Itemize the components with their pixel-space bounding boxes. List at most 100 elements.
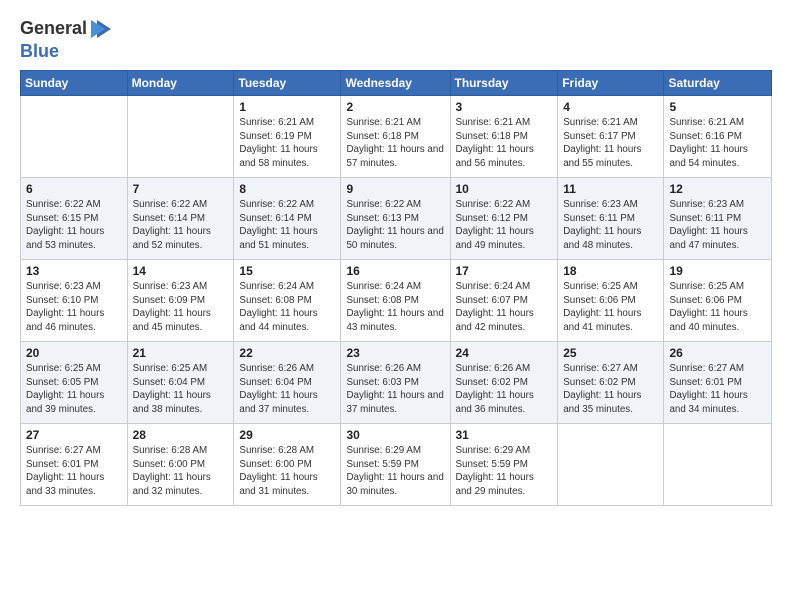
day-info: Sunrise: 6:21 AM Sunset: 6:18 PM Dayligh…	[456, 116, 553, 171]
logo-blue-text: Blue	[20, 41, 59, 61]
logo-text: General	[20, 19, 87, 39]
day-info: Sunrise: 6:24 AM Sunset: 6:08 PM Dayligh…	[239, 280, 335, 335]
calendar-cell: 25Sunrise: 6:27 AM Sunset: 6:02 PM Dayli…	[558, 342, 664, 424]
day-number: 23	[346, 346, 444, 360]
calendar-cell: 14 Sunrise: 6:23 AM Sunset: 6:09 PM Dayli…	[127, 260, 234, 342]
page-header: General Blue	[20, 16, 772, 62]
logo-icon	[89, 16, 115, 42]
day-info: Sunrise: 6:25 AM Sunset: 6:06 PM Dayligh…	[563, 280, 658, 335]
calendar-cell: 20 Sunrise: 6:25 AM Sunset: 6:05 PM Dayli…	[21, 342, 128, 424]
calendar-week-row: 13 Sunrise: 6:23 AM Sunset: 6:10 PM Dayli…	[21, 260, 772, 342]
day-info: Sunrise: 6:28 AM Sunset: 6:00 PM Dayligh…	[133, 444, 229, 499]
day-info: Sunrise: 6:23 AM Sunset: 6:09 PM Dayligh…	[133, 280, 229, 335]
day-info: Sunrise: 6:27 AM Sunset: 6:01 PM Dayligh…	[26, 444, 122, 499]
calendar: SundayMondayTuesdayWednesdayThursdayFrid…	[20, 70, 772, 506]
calendar-cell: 24 Sunrise: 6:26 AM Sunset: 6:02 PM Dayli…	[450, 342, 558, 424]
day-number: 18	[563, 264, 658, 278]
day-info: Sunrise: 6:21 AM Sunset: 6:19 PM Dayligh…	[239, 116, 335, 171]
day-number: 16	[346, 264, 444, 278]
day-number: 9	[346, 182, 444, 196]
day-number: 10	[456, 182, 553, 196]
day-number: 3	[456, 100, 553, 114]
day-number: 31	[456, 428, 553, 442]
calendar-week-row: 27 Sunrise: 6:27 AM Sunset: 6:01 PM Dayli…	[21, 424, 772, 506]
day-info: Sunrise: 6:29 AM Sunset: 5:59 PM Dayligh…	[456, 444, 553, 499]
day-number: 6	[26, 182, 122, 196]
calendar-cell: 18 Sunrise: 6:25 AM Sunset: 6:06 PM Dayli…	[558, 260, 664, 342]
calendar-cell: 2 Sunrise: 6:21 AM Sunset: 6:18 PM Daylig…	[341, 96, 450, 178]
calendar-cell: 27 Sunrise: 6:27 AM Sunset: 6:01 PM Dayli…	[21, 424, 128, 506]
calendar-cell: 22 Sunrise: 6:26 AM Sunset: 6:04 PM Dayli…	[234, 342, 341, 424]
day-number: 13	[26, 264, 122, 278]
day-info: Sunrise: 6:25 AM Sunset: 6:06 PM Dayligh…	[669, 280, 766, 335]
day-info: Sunrise: 6:28 AM Sunset: 6:00 PM Dayligh…	[239, 444, 335, 499]
day-info: Sunrise: 6:21 AM Sunset: 6:16 PM Dayligh…	[669, 116, 766, 171]
day-info: Sunrise: 6:26 AM Sunset: 6:03 PM Dayligh…	[346, 362, 444, 417]
day-number: 4	[563, 100, 658, 114]
day-number: 28	[133, 428, 229, 442]
day-number: 20	[26, 346, 122, 360]
calendar-cell: 23 Sunrise: 6:26 AM Sunset: 6:03 PM Dayli…	[341, 342, 450, 424]
day-info: Sunrise: 6:22 AM Sunset: 6:13 PM Dayligh…	[346, 198, 444, 253]
calendar-cell: 16 Sunrise: 6:24 AM Sunset: 6:08 PM Dayli…	[341, 260, 450, 342]
calendar-week-row: 6 Sunrise: 6:22 AM Sunset: 6:15 PM Daylig…	[21, 178, 772, 260]
day-number: 8	[239, 182, 335, 196]
calendar-cell: 28 Sunrise: 6:28 AM Sunset: 6:00 PM Dayli…	[127, 424, 234, 506]
day-number: 30	[346, 428, 444, 442]
calendar-cell	[558, 424, 664, 506]
day-number: 14	[133, 264, 229, 278]
calendar-header-row: SundayMondayTuesdayWednesdayThursdayFrid…	[21, 71, 772, 96]
day-info: Sunrise: 6:22 AM Sunset: 6:15 PM Dayligh…	[26, 198, 122, 253]
calendar-cell: 10Sunrise: 6:22 AM Sunset: 6:12 PM Dayli…	[450, 178, 558, 260]
day-info: Sunrise: 6:22 AM Sunset: 6:14 PM Dayligh…	[239, 198, 335, 253]
calendar-cell: 8 Sunrise: 6:22 AM Sunset: 6:14 PM Daylig…	[234, 178, 341, 260]
day-info: Sunrise: 6:23 AM Sunset: 6:10 PM Dayligh…	[26, 280, 122, 335]
calendar-cell	[664, 424, 772, 506]
calendar-week-row: 1 Sunrise: 6:21 AM Sunset: 6:19 PM Daylig…	[21, 96, 772, 178]
day-info: Sunrise: 6:27 AM Sunset: 6:01 PM Dayligh…	[669, 362, 766, 417]
day-of-week-header: Monday	[127, 71, 234, 96]
day-number: 25	[563, 346, 658, 360]
day-of-week-header: Thursday	[450, 71, 558, 96]
calendar-cell: 7Sunrise: 6:22 AM Sunset: 6:14 PM Daylig…	[127, 178, 234, 260]
day-number: 19	[669, 264, 766, 278]
day-number: 11	[563, 182, 658, 196]
day-number: 1	[239, 100, 335, 114]
logo: General Blue	[20, 16, 115, 62]
day-number: 22	[239, 346, 335, 360]
day-number: 15	[239, 264, 335, 278]
day-info: Sunrise: 6:26 AM Sunset: 6:04 PM Dayligh…	[239, 362, 335, 417]
calendar-cell: 26Sunrise: 6:27 AM Sunset: 6:01 PM Dayli…	[664, 342, 772, 424]
day-of-week-header: Tuesday	[234, 71, 341, 96]
day-number: 17	[456, 264, 553, 278]
calendar-cell: 30Sunrise: 6:29 AM Sunset: 5:59 PM Dayli…	[341, 424, 450, 506]
day-number: 21	[133, 346, 229, 360]
day-number: 27	[26, 428, 122, 442]
calendar-cell: 29Sunrise: 6:28 AM Sunset: 6:00 PM Dayli…	[234, 424, 341, 506]
day-of-week-header: Saturday	[664, 71, 772, 96]
calendar-cell: 15 Sunrise: 6:24 AM Sunset: 6:08 PM Dayli…	[234, 260, 341, 342]
day-info: Sunrise: 6:24 AM Sunset: 6:07 PM Dayligh…	[456, 280, 553, 335]
day-info: Sunrise: 6:25 AM Sunset: 6:05 PM Dayligh…	[26, 362, 122, 417]
day-number: 12	[669, 182, 766, 196]
day-info: Sunrise: 6:21 AM Sunset: 6:17 PM Dayligh…	[563, 116, 658, 171]
day-info: Sunrise: 6:24 AM Sunset: 6:08 PM Dayligh…	[346, 280, 444, 335]
day-number: 24	[456, 346, 553, 360]
day-info: Sunrise: 6:26 AM Sunset: 6:02 PM Dayligh…	[456, 362, 553, 417]
calendar-cell: 17 Sunrise: 6:24 AM Sunset: 6:07 PM Dayli…	[450, 260, 558, 342]
calendar-cell: 9 Sunrise: 6:22 AM Sunset: 6:13 PM Daylig…	[341, 178, 450, 260]
day-info: Sunrise: 6:25 AM Sunset: 6:04 PM Dayligh…	[133, 362, 229, 417]
day-of-week-header: Friday	[558, 71, 664, 96]
day-number: 7	[133, 182, 229, 196]
calendar-cell: 19 Sunrise: 6:25 AM Sunset: 6:06 PM Dayli…	[664, 260, 772, 342]
calendar-cell: 11 Sunrise: 6:23 AM Sunset: 6:11 PM Dayli…	[558, 178, 664, 260]
calendar-cell: 12 Sunrise: 6:23 AM Sunset: 6:11 PM Dayli…	[664, 178, 772, 260]
day-of-week-header: Wednesday	[341, 71, 450, 96]
day-number: 2	[346, 100, 444, 114]
calendar-cell: 4 Sunrise: 6:21 AM Sunset: 6:17 PM Daylig…	[558, 96, 664, 178]
calendar-cell: 6 Sunrise: 6:22 AM Sunset: 6:15 PM Daylig…	[21, 178, 128, 260]
day-info: Sunrise: 6:21 AM Sunset: 6:18 PM Dayligh…	[346, 116, 444, 171]
day-info: Sunrise: 6:23 AM Sunset: 6:11 PM Dayligh…	[669, 198, 766, 253]
day-info: Sunrise: 6:23 AM Sunset: 6:11 PM Dayligh…	[563, 198, 658, 253]
calendar-cell: 5Sunrise: 6:21 AM Sunset: 6:16 PM Daylig…	[664, 96, 772, 178]
